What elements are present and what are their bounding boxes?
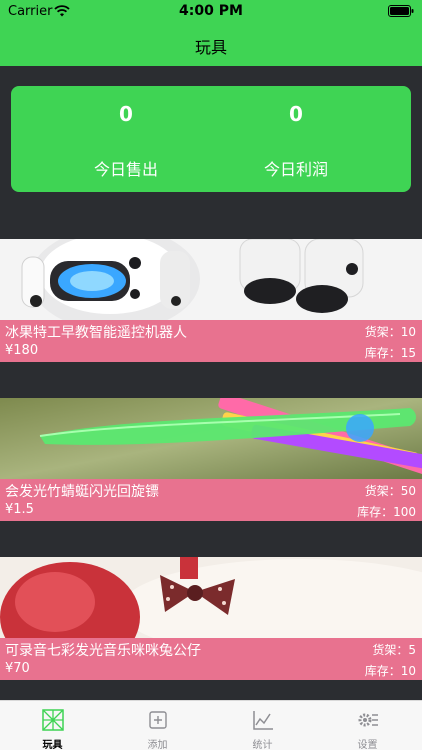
status-bar: Carrier 4:00 PM bbox=[0, 0, 422, 22]
tab-settings[interactable]: 设置 bbox=[315, 701, 420, 750]
profit-today-label: 今日利润 bbox=[263, 160, 328, 179]
tab-add[interactable]: 添加 bbox=[105, 701, 210, 750]
today-summary-card: 0 今日售出 0 今日利润 bbox=[11, 86, 411, 192]
navigation-header: Carrier 4:00 PM 玩具 bbox=[0, 0, 422, 66]
tab-bar: 玩具 添加 统计 设置 bbox=[0, 700, 422, 750]
product-stock-count: 库存：10 bbox=[364, 664, 416, 678]
tab-stats[interactable]: 统计 bbox=[210, 701, 315, 750]
product-price: ¥70 bbox=[5, 661, 30, 676]
settings-icon bbox=[358, 713, 378, 727]
tab-toys[interactable]: 玩具 bbox=[0, 701, 105, 750]
tab-label: 统计 bbox=[252, 740, 273, 750]
product-card[interactable]: 可录音七彩发光音乐咪咪兔公仔 ¥70 货架：5 库存：10 bbox=[0, 557, 422, 680]
product-name: 会发光竹蜻蜓闪光回旋镖 bbox=[5, 484, 159, 500]
product-card[interactable]: 冰果特工早教智能遥控机器人 ¥180 货架：10 库存：15 bbox=[0, 239, 422, 362]
product-stock-count: 库存：15 bbox=[364, 346, 416, 360]
tab-label: 添加 bbox=[147, 740, 168, 750]
product-name: 冰果特工早教智能遥控机器人 bbox=[5, 325, 187, 341]
product-price: ¥1.5 bbox=[5, 502, 34, 517]
profit-today-stat: 0 今日利润 bbox=[196, 86, 396, 192]
product-shelf-count: 货架：5 bbox=[372, 643, 416, 657]
product-image-bamboo-dragonfly bbox=[0, 398, 422, 479]
product-info: 可录音七彩发光音乐咪咪兔公仔 ¥70 货架：5 库存：10 bbox=[0, 638, 422, 680]
product-stock-count: 库存：100 bbox=[357, 505, 416, 519]
pinwheel-icon bbox=[42, 709, 64, 731]
product-shelf-count: 货架：50 bbox=[364, 484, 416, 498]
product-image-bunny-plush bbox=[0, 557, 422, 638]
tab-label: 设置 bbox=[357, 740, 378, 750]
product-shelf-count: 货架：10 bbox=[364, 325, 416, 339]
product-price: ¥180 bbox=[5, 343, 39, 358]
add-icon bbox=[149, 711, 167, 729]
product-name: 可录音七彩发光音乐咪咪兔公仔 bbox=[5, 643, 201, 659]
clock: 4:00 PM bbox=[179, 3, 243, 19]
battery-icon bbox=[388, 5, 414, 17]
product-image-robot bbox=[0, 239, 422, 320]
tab-label: 玩具 bbox=[42, 740, 63, 750]
page-title: 玩具 bbox=[194, 38, 227, 57]
chart-icon bbox=[253, 711, 273, 730]
product-info: 冰果特工早教智能遥控机器人 ¥180 货架：10 库存：15 bbox=[0, 320, 422, 362]
profit-today-value: 0 bbox=[289, 102, 303, 126]
product-info: 会发光竹蜻蜓闪光回旋镖 ¥1.5 货架：50 库存：100 bbox=[0, 479, 422, 521]
product-card[interactable]: 会发光竹蜻蜓闪光回旋镖 ¥1.5 货架：50 库存：100 bbox=[0, 398, 422, 521]
